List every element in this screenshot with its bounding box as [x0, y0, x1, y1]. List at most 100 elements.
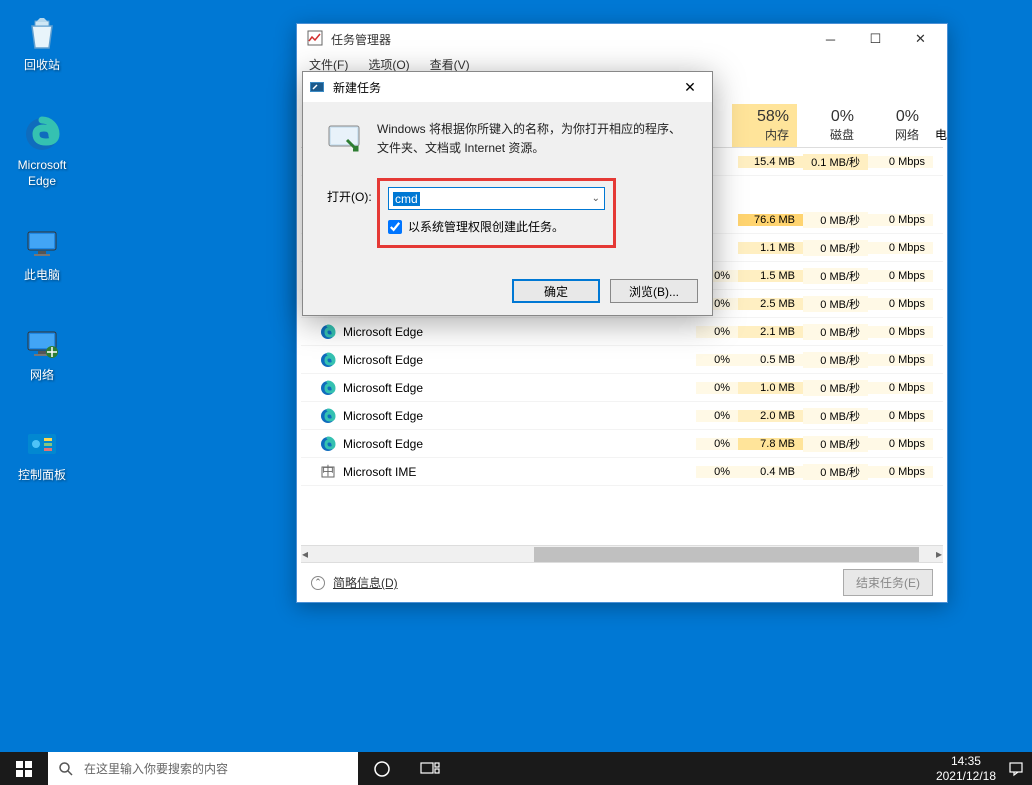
desktop-icon-network[interactable]: 网络 [4, 324, 80, 384]
cell-disk: 0 MB/秒 [803, 408, 868, 424]
cell-network: 0 Mbps [868, 382, 933, 394]
recycle-bin-icon [22, 14, 62, 54]
desktop-icon-label: Microsoft Edge [4, 158, 80, 189]
cell-cpu: 0% [696, 382, 738, 394]
cell-disk: 0 MB/秒 [803, 240, 868, 256]
col-network[interactable]: 0% 网络 [862, 104, 927, 147]
desktop-icon-label: 此电脑 [4, 268, 80, 284]
cell-cpu: 0% [696, 354, 738, 366]
open-combobox[interactable]: cmd ⌄ [388, 187, 605, 210]
cell-network: 0 Mbps [868, 354, 933, 366]
process-row[interactable]: 中Microsoft IME0%0.4 MB0 MB/秒0 Mbps [301, 458, 943, 486]
desktop-icon-edge[interactable]: Microsoft Edge [4, 114, 80, 189]
cell-disk: 0 MB/秒 [803, 464, 868, 480]
cell-disk: 0 MB/秒 [803, 324, 868, 340]
cell-memory: 1.0 MB [738, 382, 803, 394]
desktop-icon-this-pc[interactable]: 此电脑 [4, 224, 80, 284]
window-title: 任务管理器 [331, 31, 808, 48]
system-tray: 14:35 2021/12/18 [936, 754, 1032, 783]
process-icon [319, 351, 337, 369]
process-row[interactable]: Microsoft Edge0%2.1 MB0 MB/秒0 Mbps [301, 318, 943, 346]
admin-checkbox-row[interactable]: 以系统管理权限创建此任务。 [388, 218, 605, 235]
col-extra[interactable]: 电 [927, 122, 943, 147]
search-box[interactable]: 在这里输入你要搜索的内容 [48, 752, 358, 785]
col-disk[interactable]: 0% 磁盘 [797, 104, 862, 147]
cell-disk: 0.1 MB/秒 [803, 154, 868, 170]
cell-cpu: 0% [696, 410, 738, 422]
desktop-icon-label: 回收站 [4, 58, 80, 74]
dialog-message: Windows 将根据你所键入的名称，为你打开相应的程序、文件夹、文档或 Int… [377, 120, 688, 158]
process-icon [319, 323, 337, 341]
process-icon: 中 [319, 463, 337, 481]
fewer-details-link[interactable]: 简略信息(D) [333, 574, 398, 591]
highlighted-region: cmd ⌄ 以系统管理权限创建此任务。 [377, 178, 616, 248]
new-task-dialog: 新建任务 ✕ Windows 将根据你所键入的名称，为你打开相应的程序、文件夹、… [302, 71, 713, 316]
ok-button[interactable]: 确定 [512, 279, 600, 303]
cell-memory: 15.4 MB [738, 156, 803, 168]
cell-memory: 2.1 MB [738, 326, 803, 338]
process-name: Microsoft Edge [343, 381, 696, 395]
titlebar[interactable]: 任务管理器 ─ ☐ ✕ [297, 24, 947, 54]
cortana-button[interactable] [358, 752, 406, 785]
run-icon [309, 79, 325, 95]
chevron-down-icon[interactable]: ⌄ [592, 193, 600, 204]
open-label: 打开(O): [327, 178, 383, 205]
cell-memory: 7.8 MB [738, 438, 803, 450]
start-button[interactable] [0, 752, 48, 785]
dialog-close-button[interactable]: ✕ [674, 79, 706, 96]
process-row[interactable]: Microsoft Edge0%7.8 MB0 MB/秒0 Mbps [301, 430, 943, 458]
cell-network: 0 Mbps [868, 326, 933, 338]
svg-text:中: 中 [322, 464, 334, 478]
cell-disk: 0 MB/秒 [803, 296, 868, 312]
notifications-icon[interactable] [1008, 761, 1024, 777]
cell-network: 0 Mbps [868, 242, 933, 254]
dialog-title: 新建任务 [333, 79, 674, 96]
process-name: Microsoft Edge [343, 325, 696, 339]
cell-memory: 1.5 MB [738, 270, 803, 282]
cell-disk: 0 MB/秒 [803, 212, 868, 228]
dialog-titlebar[interactable]: 新建任务 ✕ [303, 72, 712, 102]
search-icon [58, 761, 74, 777]
tray-clock[interactable]: 14:35 2021/12/18 [936, 754, 996, 783]
cell-memory: 2.5 MB [738, 298, 803, 310]
network-monitor-icon [22, 324, 62, 364]
end-task-button[interactable]: 结束任务(E) [843, 569, 933, 596]
process-row[interactable]: Microsoft Edge0%0.5 MB0 MB/秒0 Mbps [301, 346, 943, 374]
cell-network: 0 Mbps [868, 466, 933, 478]
control-panel-icon [22, 424, 62, 464]
cell-memory: 2.0 MB [738, 410, 803, 422]
admin-checkbox[interactable] [388, 220, 402, 234]
desktop-icon-control-panel[interactable]: 控制面板 [4, 424, 80, 484]
taskbar: 在这里输入你要搜索的内容 14:35 2021/12/18 [0, 752, 1032, 785]
cell-cpu: 0% [696, 466, 738, 478]
process-row[interactable]: Microsoft Edge0%1.0 MB0 MB/秒0 Mbps [301, 374, 943, 402]
browse-button[interactable]: 浏览(B)... [610, 279, 698, 303]
cell-disk: 0 MB/秒 [803, 268, 868, 284]
cell-network: 0 Mbps [868, 156, 933, 168]
cell-cpu: 0% [696, 326, 738, 338]
cell-disk: 0 MB/秒 [803, 380, 868, 396]
chevron-up-icon: ⌃ [311, 576, 325, 590]
taskmgr-icon [307, 30, 325, 48]
task-view-button[interactable] [406, 752, 454, 785]
col-memory[interactable]: 58% 内存 [732, 104, 797, 147]
cell-network: 0 Mbps [868, 298, 933, 310]
cell-memory: 0.5 MB [738, 354, 803, 366]
cell-network: 0 Mbps [868, 438, 933, 450]
minimize-button[interactable]: ─ [808, 25, 853, 53]
cell-network: 0 Mbps [868, 214, 933, 226]
process-name: Microsoft Edge [343, 353, 696, 367]
desktop-icon-recycle-bin[interactable]: 回收站 [4, 14, 80, 74]
maximize-button[interactable]: ☐ [853, 25, 898, 53]
cell-memory: 76.6 MB [738, 214, 803, 226]
cell-memory: 1.1 MB [738, 242, 803, 254]
cell-disk: 0 MB/秒 [803, 352, 868, 368]
desktop-icon-label: 控制面板 [4, 468, 80, 484]
cell-disk: 0 MB/秒 [803, 436, 868, 452]
close-button[interactable]: ✕ [898, 25, 943, 53]
search-placeholder: 在这里输入你要搜索的内容 [84, 760, 228, 777]
cell-network: 0 Mbps [868, 410, 933, 422]
monitor-icon [22, 224, 62, 264]
horizontal-scrollbar[interactable]: ◂ ▸ [301, 545, 943, 562]
process-row[interactable]: Microsoft Edge0%2.0 MB0 MB/秒0 Mbps [301, 402, 943, 430]
